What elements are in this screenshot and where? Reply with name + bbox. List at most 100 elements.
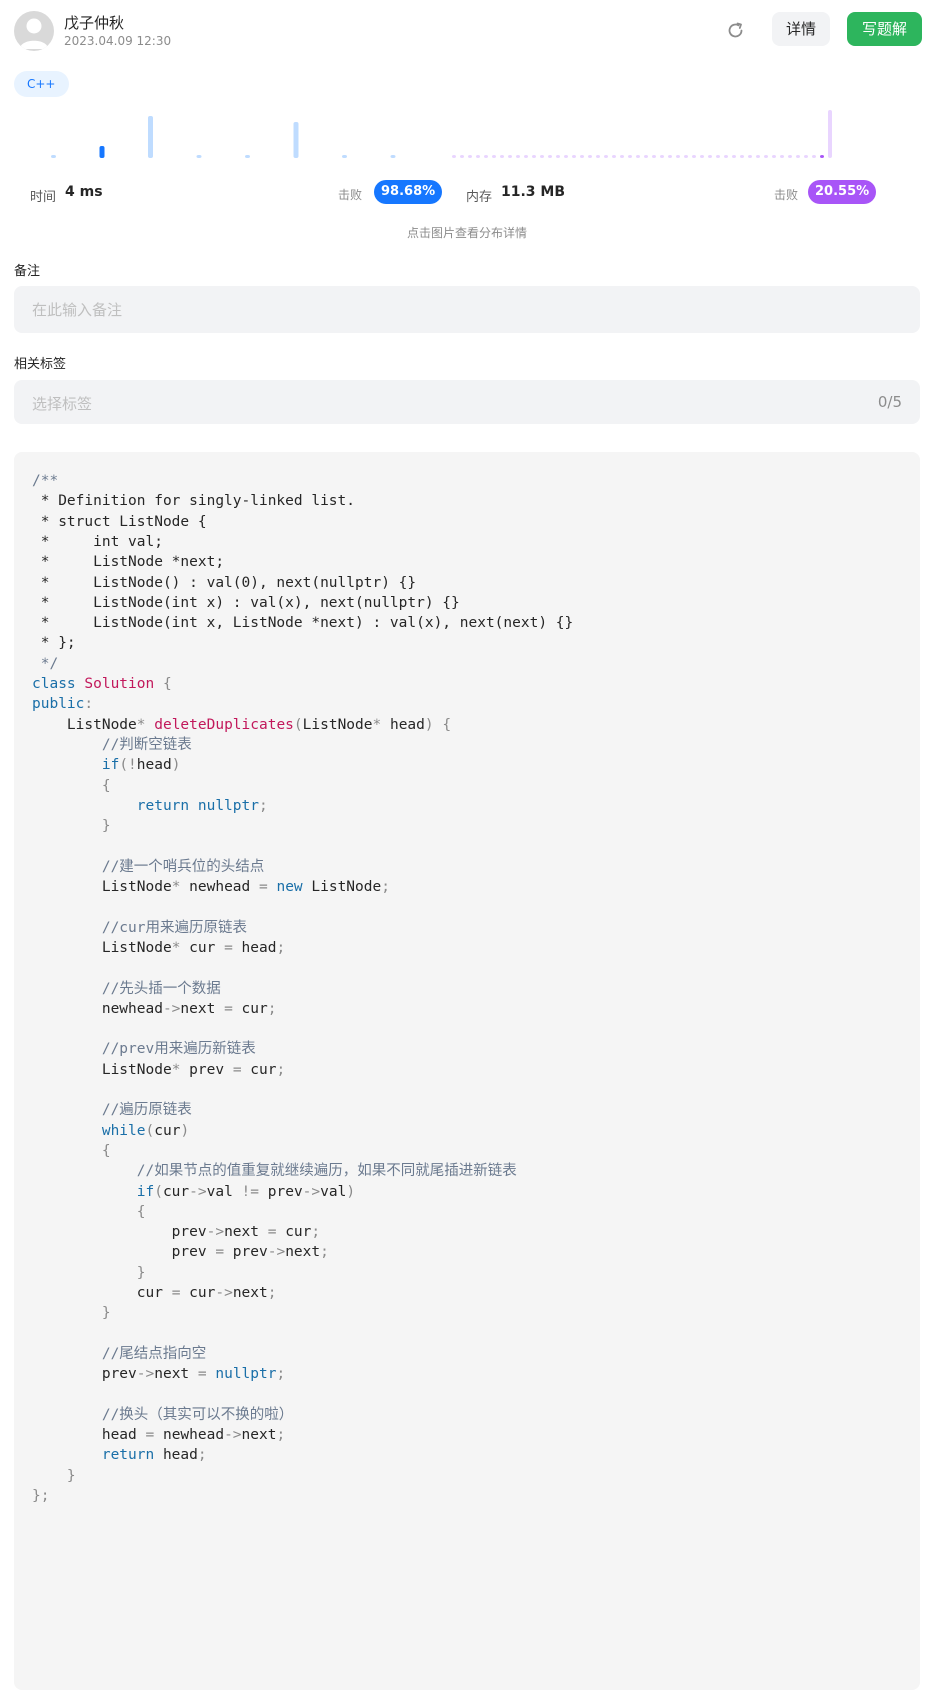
write-solution-button[interactable]: 写题解 [847, 12, 922, 46]
distribution-bar [556, 155, 560, 158]
code-token: ; [320, 1244, 329, 1261]
code-token: = [267, 1224, 286, 1241]
code-token: (! [119, 757, 137, 774]
distribution-bar [51, 155, 56, 158]
code-token: next [154, 1366, 198, 1383]
code-line: newhead->next = cur; [32, 998, 277, 1020]
distribution-bar [724, 155, 728, 158]
code-token: deleteDuplicates [154, 716, 294, 733]
code-token: prev [32, 1244, 216, 1261]
distribution-bar [148, 116, 153, 158]
notes-input[interactable] [14, 286, 920, 333]
code-line: //cur用来遍历原链表 [32, 917, 247, 939]
code-token: * }; [32, 635, 76, 652]
code-token: } [32, 1467, 76, 1484]
distribution-bar [828, 110, 832, 158]
code-token: = [232, 1061, 251, 1078]
avatar[interactable] [14, 11, 54, 51]
tags-placeholder: 选择标签 [32, 395, 93, 413]
code-line: */ [32, 653, 58, 675]
distribution-bar [676, 155, 680, 158]
code-line: ListNode* cur = head; [32, 937, 285, 959]
code-token: ( [293, 716, 303, 733]
code-line: } [32, 1302, 111, 1324]
code-token: ListNode [32, 939, 172, 956]
code-token: -> [162, 1000, 181, 1017]
distribution-bar [636, 155, 640, 158]
code-line: prev = prev->next; [32, 1241, 329, 1263]
code-token: ListNode [302, 716, 373, 733]
code-line: //建一个哨兵位的头结点 [32, 856, 264, 878]
distribution-bar [342, 155, 347, 158]
code-line: //尾结点指向空 [32, 1343, 206, 1365]
distribution-bar [804, 155, 808, 158]
code-line: * ListNode() : val(0), next(nullptr) {} [32, 572, 416, 594]
code-token: * int val; [32, 533, 163, 550]
code-token: * ListNode() : val(0), next(nullptr) {} [32, 574, 417, 591]
code-token: ListNode [32, 1061, 172, 1078]
memory-beat-label: 击败 [774, 188, 799, 202]
code-token: -> [224, 1427, 242, 1444]
code-line: } [32, 1262, 146, 1284]
code-line: if(!head) [32, 754, 181, 776]
code-token: //建一个哨兵位的头结点 [32, 858, 265, 875]
code-token: } [32, 818, 111, 835]
code-token: val [206, 1183, 242, 1200]
code-token: * ListNode(int x) : val(x), next(nullptr… [32, 594, 460, 611]
chart-hint[interactable]: 点击图片查看分布详情 [0, 224, 934, 241]
distribution-bar [484, 155, 488, 158]
code-token: /** [32, 473, 59, 489]
code-token: != [241, 1183, 268, 1200]
code-token: prev [189, 1061, 233, 1078]
code-token: new [276, 879, 312, 895]
code-token: next [241, 1427, 277, 1444]
distribution-bar [540, 155, 544, 158]
code-token: head [32, 1427, 146, 1444]
code-token: next [180, 1000, 225, 1017]
distribution-bar [812, 155, 816, 158]
detail-button[interactable]: 详情 [772, 12, 830, 46]
distribution-bar [476, 155, 480, 158]
code-token: if [32, 1183, 155, 1200]
code-line: //判断空链表 [32, 734, 192, 756]
distribution-bar [620, 155, 624, 158]
code-block[interactable]: /** * Definition for singly-linked list.… [14, 452, 920, 1690]
tags-select[interactable]: 选择标签 0/5 [14, 380, 920, 424]
runtime-value: 4 ms [65, 184, 103, 200]
code-line: * ListNode(int x) : val(x), next(nullptr… [32, 592, 460, 614]
code-line: } [32, 1465, 76, 1487]
code-line: //prev用来遍历新链表 [32, 1038, 256, 1060]
distribution-bar [756, 155, 760, 158]
distribution-bar [740, 155, 744, 158]
code-token: { [32, 777, 111, 794]
code-token: newhead [162, 1427, 225, 1444]
code-token: * [171, 1061, 190, 1078]
tags-label: 相关标签 [14, 357, 67, 372]
code-token: ; [276, 1427, 286, 1444]
code-token: return nullptr [32, 797, 259, 814]
distribution-bar [644, 155, 648, 158]
distribution-bar [468, 155, 472, 158]
refresh-button[interactable] [720, 15, 752, 47]
code-token: ; [276, 1061, 286, 1078]
runtime-stats: 时间 4 ms 击败 98.68% [30, 180, 443, 206]
distribution-bar [452, 155, 456, 158]
distribution-bar [684, 155, 688, 158]
code-line: head = newhead->next; [32, 1424, 285, 1446]
distribution-bar [196, 155, 202, 158]
runtime-label: 时间 [30, 190, 57, 205]
user-name[interactable]: 戊子仲秋 [64, 12, 124, 33]
code-token: = [145, 1427, 163, 1444]
code-token: -> [267, 1244, 286, 1261]
code-token: cur [162, 1183, 190, 1200]
code-token: if [32, 757, 120, 774]
runtime-beat-badge: 98.68% [374, 180, 443, 204]
memory-distribution-chart[interactable] [452, 110, 872, 176]
code-token: Solution [84, 676, 155, 692]
submission-time: 2023.04.09 12:30 [64, 34, 172, 48]
code-line: while(cur) [32, 1120, 189, 1142]
code-token: next [224, 1224, 268, 1241]
runtime-distribution-chart[interactable] [30, 110, 436, 176]
code-token: class [32, 676, 85, 692]
code-line: * }; [32, 632, 76, 654]
